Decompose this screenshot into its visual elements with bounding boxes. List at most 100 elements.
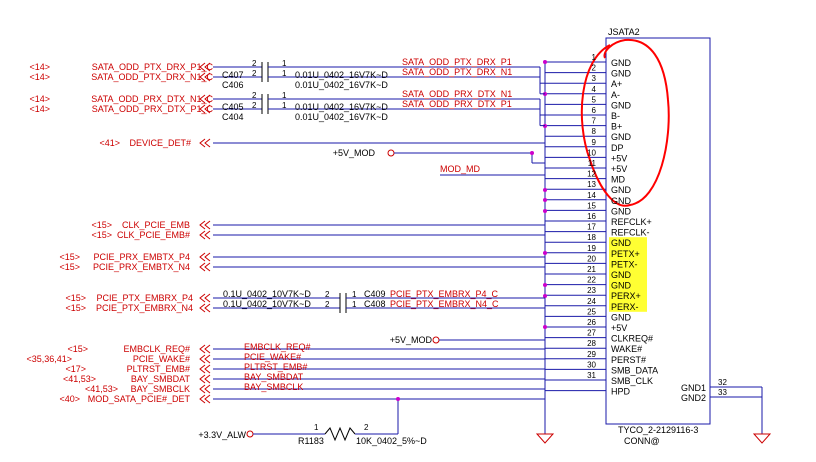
connector-part-number: TYCO_2-2129116-3 [618,425,698,435]
cap-value: 0.01U_0402_16V7K~D [295,112,388,122]
pin-number: 10 [587,148,596,157]
schematic: JSATA2TYCO_2-2129116-3CONN@1GND2GND3A+4A… [26,27,772,446]
cap-refdes: C405 [222,102,244,112]
pin-number: 2 [592,64,597,73]
pcie-ptx-ref: <15> [65,303,86,313]
ground-icon [535,433,555,444]
pin-number: 22 [587,276,596,285]
pin-number: 30 [587,360,596,369]
pin-name: GND [611,312,632,322]
pin-name: GND [611,58,632,68]
pcie-ptx-net: PCIE_PTX_EMBRX_P4 [96,293,193,303]
offpage-arrow-icon [199,262,211,272]
pin-name: REFCLK+ [611,217,652,227]
pcie-prx-net: PCIE_PRX_EMBTX_P4 [93,252,190,262]
connector-refdes: JSATA2 [608,27,640,37]
cap-value: 0.01U_0402_16V7K~D [295,80,388,90]
pin-name: +5V [611,323,627,333]
ctrl-ref: <15> [67,344,88,354]
pin-name: GND [611,196,632,206]
ctrl-mid-net: PCIE_WAKE# [244,352,301,362]
sata-net-name: SATA_ODD_PTX_DRX_P1_C [92,62,214,72]
pin-number: 27 [587,329,596,338]
offpage-arrow-icon [199,293,211,303]
pin-name: CLKREQ# [611,334,653,344]
cap-refdes: C408 [364,299,386,309]
offpage-arrow-icon [199,354,211,364]
offpage-arrow-icon [199,230,211,240]
power-3v3-label: +3.3V_ALW [198,430,246,440]
pcie-ptx-ref: <15> [65,293,86,303]
pin-name: HPD [611,387,631,397]
offpage-arrow-icon [199,303,211,313]
resistor-icon [324,426,356,442]
pin-number: 17 [587,223,596,232]
power-5v-label-2: +5V_MOD [390,335,433,345]
pin-number: 12 [587,170,596,179]
pin-name: GND [611,100,632,110]
pin-number: 7 [592,117,597,126]
offpage-arrow-icon [199,220,211,230]
pin-number: 5 [592,95,597,104]
pin-number: 20 [587,254,596,263]
pin-name: REFCLK- [611,228,650,238]
pcie-ptx-mid: PCIE_PTX_EMBRX_P4_C [390,289,499,299]
ctrl-net: MOD_SATA_PCIE#_DET [88,394,191,404]
pin-name: +5V [611,153,627,163]
pcie-prx-ref: <15> [59,252,80,262]
pin-number: 13 [587,180,596,189]
ctrl-mid-net: EMBCLK_REQ# [244,342,311,352]
cap-pin: 2 [325,300,330,309]
pin-name: GND [611,185,632,195]
pcie-ptx-mid: PCIE_PTX_EMBRX_N4_C [390,299,499,309]
pin-name: PERX- [611,302,639,312]
junction-dot [543,283,547,287]
pin-name: GND [611,270,632,280]
junction-dot [543,294,547,298]
pin-name: WAKE# [611,344,642,354]
power-port-icon [387,149,395,157]
cap-value: 0.1U_0402_10V7K~D [223,289,311,299]
pin-name: PETX- [611,259,638,269]
cap-value: 0.1U_0402_10V7K~D [223,299,311,309]
sata-mid-net: SATA_ODD_PTX_DRX_P1 [402,57,512,67]
cap-value: 0.01U_0402_16V7K~D [295,102,388,112]
pin-number: 15 [587,201,596,210]
ctrl-net: EMBCLK_REQ# [123,344,190,354]
gnd-pin-name: GND2 [681,393,706,403]
pin-number: 29 [587,350,596,359]
resistor-refdes: R1183 [298,436,324,446]
ctrl-ref: <35,36,41> [26,354,72,364]
pcie-ptx-net: PCIE_PTX_EMBRX_N4 [96,303,193,313]
power-5v-label: +5V_MOD [333,148,376,158]
junction-dot [543,198,547,202]
junction-dot [543,325,547,329]
resistor-pin: 2 [364,423,369,432]
power-port-icon [432,336,440,344]
pin-number: 3 [592,74,597,83]
resistor-value: 10K_0402_5%~D [356,436,427,446]
pin-name: GND [611,132,632,142]
cap-pin: 1 [352,290,357,299]
cap-pin: 2 [252,69,257,78]
cap-pin: 2 [325,290,330,299]
ctrl-ref: <40> [59,394,80,404]
cap-pin: 1 [282,59,287,68]
pin-name: A+ [611,79,622,89]
junction-dot [543,209,547,213]
clk-ref: <15> [91,230,112,240]
pin-name: PETX+ [611,249,640,259]
pcie-prx-net: PCIE_PRX_EMBTX_N4 [93,262,190,272]
ctrl-net: PLTRST_EMB# [127,364,190,374]
sata-net-ref: <14> [29,104,50,114]
pin-name: PERX+ [611,291,641,301]
sata-mid-net: SATA_ODD_PTX_DRX_N1 [402,67,512,77]
cap-pin: 1 [352,300,357,309]
labels: JSATA2TYCO_2-2129116-3CONN@1GND2GND3A+4A… [26,27,727,446]
cap-pin: 1 [282,101,287,110]
cap-pin: 2 [252,91,257,100]
pin-name: PERST# [611,355,646,365]
ctrl-ref: <17> [65,364,86,374]
sata-net-name: SATA_ODD_PRX_DTX_P1_C [92,104,214,114]
pin-number: 18 [587,233,596,242]
